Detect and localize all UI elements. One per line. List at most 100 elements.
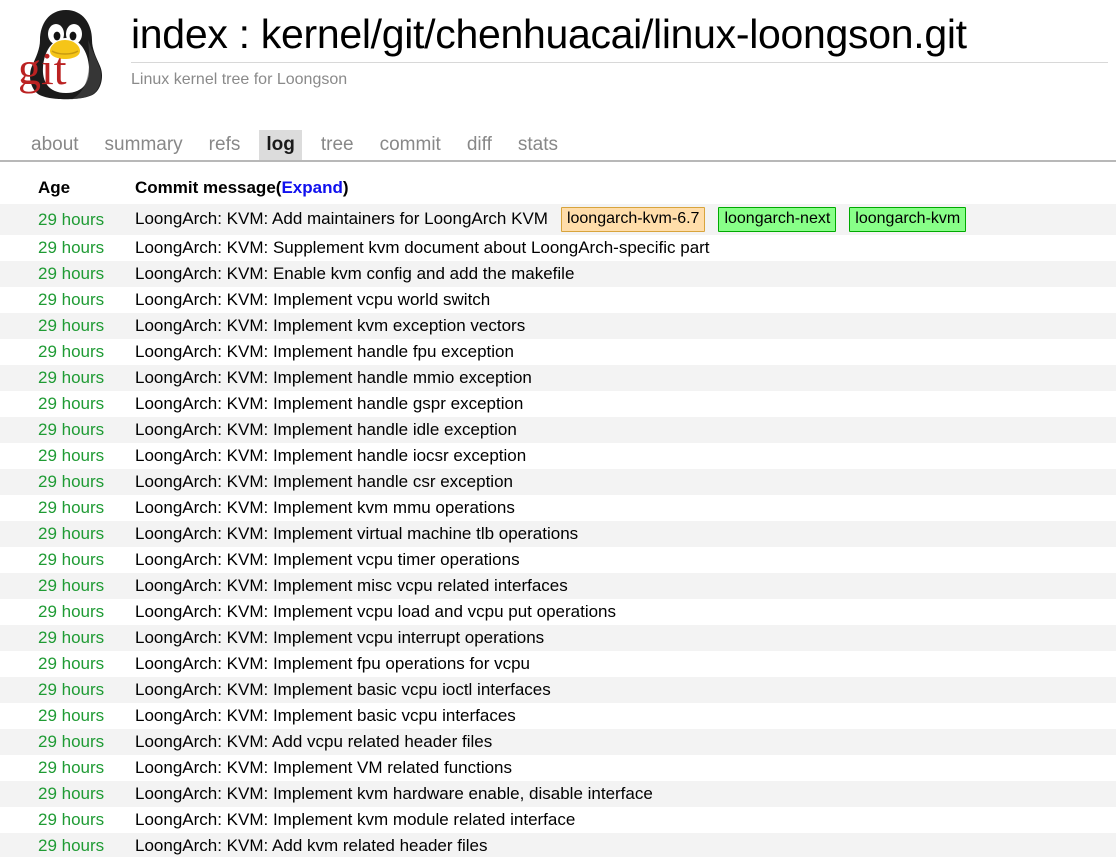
commit-message-link[interactable]: LoongArch: KVM: Implement kvm exception … (135, 316, 525, 335)
commit-message-link[interactable]: LoongArch: KVM: Implement handle fpu exc… (135, 342, 514, 361)
table-row[interactable]: 29 hours LoongArch: KVM: Supplement kvm d… (0, 235, 1116, 261)
commit-age: 29 hours (0, 833, 135, 857)
tab-tree[interactable]: tree (314, 130, 361, 160)
commit-message-cell: LoongArch: KVM: Implement handle fpu exc… (135, 339, 1116, 365)
table-row[interactable]: 29 hours LoongArch: KVM: Implement handle… (0, 417, 1116, 443)
commit-message-link[interactable]: LoongArch: KVM: Implement VM related fun… (135, 758, 512, 777)
commit-message-link[interactable]: LoongArch: KVM: Add vcpu related header … (135, 732, 492, 751)
commit-age: 29 hours (38, 394, 105, 413)
commit-age: 29 hours (0, 625, 135, 651)
commit-age: 29 hours (38, 810, 105, 829)
commit-message-cell: LoongArch: KVM: Supplement kvm document … (135, 235, 1116, 261)
commit-age: 29 hours (38, 290, 105, 309)
cgit-logo-link[interactable]: git (8, 2, 116, 102)
commit-age: 29 hours (38, 706, 105, 725)
table-row[interactable]: 29 hours LoongArch: KVM: Implement basic … (0, 677, 1116, 703)
commit-message-link[interactable]: LoongArch: KVM: Implement vcpu timer ope… (135, 550, 520, 569)
commit-age: 29 hours (38, 238, 105, 257)
commit-message-link[interactable]: LoongArch: KVM: Implement kvm module rel… (135, 810, 575, 829)
commit-message-link[interactable]: LoongArch: KVM: Add kvm related header f… (135, 836, 487, 855)
table-row[interactable]: 29 hours LoongArch: KVM: Implement handle… (0, 443, 1116, 469)
tab-about[interactable]: about (24, 130, 86, 160)
tab-diff[interactable]: diff (460, 130, 499, 160)
table-row[interactable]: 29 hours LoongArch: KVM: Implement misc v… (0, 573, 1116, 599)
commit-age: 29 hours (38, 446, 105, 465)
table-row[interactable]: 29 hours LoongArch: KVM: Implement handle… (0, 469, 1116, 495)
commit-message-link[interactable]: LoongArch: KVM: Implement vcpu interrupt… (135, 628, 544, 647)
table-row[interactable]: 29 hours LoongArch: KVM: Implement kvm ex… (0, 313, 1116, 339)
table-row[interactable]: 29 hours LoongArch: KVM: Implement kvm mo… (0, 807, 1116, 833)
table-row[interactable]: 29 hours LoongArch: KVM: Implement handle… (0, 339, 1116, 365)
tab-commit[interactable]: commit (373, 130, 448, 160)
table-row[interactable]: 29 hours LoongArch: KVM: Implement kvm ha… (0, 781, 1116, 807)
commit-message-cell: LoongArch: KVM: Implement kvm mmu operat… (135, 495, 1116, 521)
commit-message-cell: LoongArch: KVM: Implement handle csr exc… (135, 469, 1116, 495)
commit-message-cell: LoongArch: KVM: Add vcpu related header … (135, 729, 1116, 755)
tab-summary[interactable]: summary (98, 130, 190, 160)
commit-message-link[interactable]: LoongArch: KVM: Implement basic vcpu int… (135, 706, 516, 725)
table-row[interactable]: 29 hours LoongArch: KVM: Implement kvm mm… (0, 495, 1116, 521)
commit-message-cell: LoongArch: KVM: Implement kvm module rel… (135, 807, 1116, 833)
expand-link[interactable]: Expand (281, 178, 342, 197)
commit-age: 29 hours (0, 677, 135, 703)
tab-stats[interactable]: stats (511, 130, 565, 160)
page-title: index : kernel/git/chenhuacai/linux-loon… (131, 11, 967, 57)
commit-message-link[interactable]: LoongArch: KVM: Enable kvm config and ad… (135, 264, 574, 283)
commit-message-cell: LoongArch: KVM: Implement handle idle ex… (135, 417, 1116, 443)
tab-refs[interactable]: refs (202, 130, 248, 160)
expand-paren-close: ) (342, 178, 349, 197)
commit-age: 29 hours (0, 313, 135, 339)
commit-message-link[interactable]: LoongArch: KVM: Implement basic vcpu ioc… (135, 680, 551, 699)
table-header-row: Age Commit message(Expand) (0, 176, 1116, 204)
table-row[interactable]: 29 hours LoongArch: KVM: Implement vcpu w… (0, 287, 1116, 313)
commit-message-link[interactable]: LoongArch: KVM: Implement handle csr exc… (135, 472, 513, 491)
table-row[interactable]: 29 hours LoongArch: KVM: Implement handle… (0, 391, 1116, 417)
log-table-container: Age Commit message(Expand) 29 hours Loong… (0, 176, 1116, 857)
commit-message-cell: LoongArch: KVM: Implement basic vcpu ioc… (135, 677, 1116, 703)
commit-message-link[interactable]: LoongArch: KVM: Implement vcpu world swi… (135, 290, 490, 309)
ref-tag-badge[interactable]: loongarch-kvm-6.7 (560, 207, 706, 232)
commit-message-link[interactable]: LoongArch: KVM: Implement handle idle ex… (135, 420, 517, 439)
commit-age: 29 hours (0, 573, 135, 599)
commit-message-link[interactable]: LoongArch: KVM: Implement handle iocsr e… (135, 446, 526, 465)
table-row[interactable]: 29 hours LoongArch: KVM: Enable kvm confi… (0, 261, 1116, 287)
commit-message-cell: LoongArch: KVM: Implement handle gspr ex… (135, 391, 1116, 417)
table-row[interactable]: 29 hours LoongArch: KVM: Implement fpu op… (0, 651, 1116, 677)
repo-description: Linux kernel tree for Loongson (131, 71, 348, 88)
commit-message-link[interactable]: LoongArch: KVM: Implement fpu operations… (135, 654, 530, 673)
commit-message-link[interactable]: LoongArch: KVM: Implement kvm mmu operat… (135, 498, 515, 517)
commit-message-link[interactable]: LoongArch: KVM: Implement misc vcpu rela… (135, 576, 568, 595)
commit-message-link[interactable]: LoongArch: KVM: Add maintainers for Loon… (135, 209, 548, 228)
table-row[interactable]: 29 hours LoongArch: KVM: Implement handle… (0, 365, 1116, 391)
commit-message-link[interactable]: LoongArch: KVM: Implement vcpu load and … (135, 602, 616, 621)
table-row[interactable]: 29 hours LoongArch: KVM: Implement vcpu l… (0, 599, 1116, 625)
commit-message-cell: LoongArch: KVM: Implement vcpu world swi… (135, 287, 1116, 313)
table-row[interactable]: 29 hours LoongArch: KVM: Add kvm related … (0, 833, 1116, 857)
commit-message-cell: LoongArch: KVM: Implement kvm exception … (135, 313, 1116, 339)
commit-message-cell: LoongArch: KVM: Implement virtual machin… (135, 521, 1116, 547)
commit-age: 29 hours (0, 781, 135, 807)
table-row[interactable]: 29 hours LoongArch: KVM: Add vcpu related… (0, 729, 1116, 755)
commit-age: 29 hours (0, 261, 135, 287)
commit-log-body: 29 hours LoongArch: KVM: Add maintainers … (0, 204, 1116, 857)
commit-message-link[interactable]: LoongArch: KVM: Implement virtual machin… (135, 524, 578, 543)
commit-message-link[interactable]: LoongArch: KVM: Supplement kvm document … (135, 238, 710, 257)
commit-age: 29 hours (0, 521, 135, 547)
commit-message-link[interactable]: LoongArch: KVM: Implement kvm hardware e… (135, 784, 653, 803)
commit-age: 29 hours (38, 758, 105, 777)
ref-branch-badge[interactable]: loongarch-kvm (849, 207, 967, 232)
commit-message-link[interactable]: LoongArch: KVM: Implement handle mmio ex… (135, 368, 532, 387)
ref-branch-badge[interactable]: loongarch-next (718, 207, 837, 232)
tab-log[interactable]: log (259, 130, 302, 160)
commit-message-link[interactable]: LoongArch: KVM: Implement handle gspr ex… (135, 394, 523, 413)
column-header-commit-message-label: Commit message (135, 178, 276, 197)
commit-message-cell: LoongArch: KVM: Add maintainers for Loon… (135, 204, 1116, 235)
table-row[interactable]: 29 hours LoongArch: KVM: Implement virtua… (0, 521, 1116, 547)
commit-message-cell: LoongArch: KVM: Implement vcpu load and … (135, 599, 1116, 625)
table-row[interactable]: 29 hours LoongArch: KVM: Implement VM rel… (0, 755, 1116, 781)
commit-age: 29 hours (0, 204, 135, 235)
table-row[interactable]: 29 hours LoongArch: KVM: Add maintainers … (0, 204, 1116, 235)
table-row[interactable]: 29 hours LoongArch: KVM: Implement vcpu t… (0, 547, 1116, 573)
table-row[interactable]: 29 hours LoongArch: KVM: Implement basic … (0, 703, 1116, 729)
table-row[interactable]: 29 hours LoongArch: KVM: Implement vcpu i… (0, 625, 1116, 651)
